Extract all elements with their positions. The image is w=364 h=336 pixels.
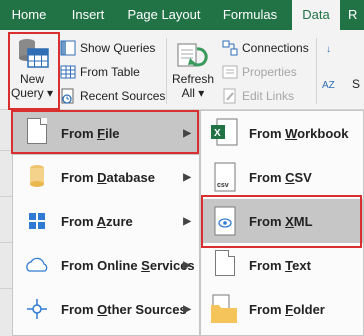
tab-formulas[interactable]: Formulas — [210, 0, 290, 30]
new-query-highlight-box — [8, 32, 60, 110]
csv-icon: csv — [207, 159, 243, 195]
tab-page-layout[interactable]: Page Layout — [118, 0, 210, 30]
excel-workbook-icon: X — [207, 115, 243, 151]
menu-item-from-azure-label: From Azure — [61, 213, 133, 229]
submenu-item-from-csv-label: From CSV — [249, 169, 312, 185]
connections-button[interactable]: Connections — [222, 38, 309, 58]
edit-links-label: Edit Links — [242, 89, 295, 103]
refresh-label-2: All ▾ — [181, 86, 205, 100]
database-icon — [19, 159, 55, 195]
svg-text:X: X — [214, 128, 221, 139]
svg-text:AZ: AZ — [322, 80, 335, 91]
refresh-all-button[interactable]: Refresh All ▾ — [170, 40, 216, 108]
tab-partial[interactable]: R — [348, 0, 364, 30]
submenu-item-from-workbook[interactable]: X From Workbook — [201, 111, 363, 155]
menu-item-from-other-sources[interactable]: From Other Sources ▶ — [13, 287, 199, 331]
show-queries-button[interactable]: Show Queries — [60, 38, 155, 58]
submenu-item-from-text-label: From Text — [249, 257, 311, 273]
text-file-icon — [207, 247, 243, 283]
from-table-label: From Table — [80, 65, 140, 79]
submenu-arrow-icon: ▶ — [183, 215, 191, 227]
menu-item-from-database-label: From Database — [61, 169, 155, 185]
svg-text:↓: ↓ — [326, 44, 331, 55]
submenu-item-from-csv[interactable]: csv From CSV — [201, 155, 363, 199]
refresh-label-1: Refresh — [171, 72, 215, 86]
menu-item-from-azure[interactable]: From Azure ▶ — [13, 199, 199, 243]
edit-links-button[interactable]: Edit Links — [222, 86, 294, 106]
properties-label: Properties — [242, 65, 297, 79]
tab-home[interactable]: Home — [0, 0, 58, 30]
recent-sources-icon — [60, 88, 76, 104]
azure-icon — [19, 203, 55, 239]
filter-partial-icon: AZ — [322, 74, 340, 94]
tab-insert[interactable]: Insert — [58, 0, 118, 30]
sort-label-partial: S — [352, 77, 361, 91]
menu-item-from-online-services[interactable]: From Online Services ▶ — [13, 243, 199, 287]
show-queries-label: Show Queries — [80, 41, 156, 55]
recent-sources-label: Recent Sources — [80, 89, 166, 103]
from-table-button[interactable]: From Table — [60, 62, 140, 82]
submenu-item-from-folder[interactable]: From Folder — [201, 287, 363, 331]
ribbon-separator — [166, 38, 167, 104]
menu-item-from-database[interactable]: From Database ▶ — [13, 155, 199, 199]
properties-icon — [222, 64, 238, 80]
edit-links-icon — [222, 88, 238, 104]
table-icon — [60, 64, 76, 80]
refresh-icon — [177, 43, 208, 67]
sort-icon: ↓ — [326, 40, 338, 56]
ribbon-separator-2 — [316, 38, 317, 104]
menu-item-from-other-sources-label: From Other Sources — [61, 301, 187, 317]
properties-button[interactable]: Properties — [222, 62, 297, 82]
csv-icon-label: csv — [217, 182, 229, 189]
ribbon-panel: New Query ▾ Show Queries From Table Rece… — [0, 30, 364, 110]
connections-label: Connections — [242, 41, 309, 55]
submenu-item-from-workbook-label: From Workbook — [249, 125, 349, 141]
from-xml-highlight-box — [201, 195, 362, 248]
show-queries-icon — [60, 40, 76, 56]
recent-sources-button[interactable]: Recent Sources — [60, 86, 165, 106]
cloud-icon — [19, 247, 55, 283]
submenu-arrow-icon: ▶ — [183, 171, 191, 183]
from-file-highlight-box — [11, 110, 199, 154]
submenu-arrow-icon: ▶ — [183, 303, 191, 315]
other-sources-icon — [19, 291, 55, 327]
sort-partial-button[interactable]: ↓ — [326, 38, 342, 58]
submenu-item-from-text[interactable]: From Text — [201, 243, 363, 287]
ribbon-tab-bar: Home Insert Page Layout Formulas Data R — [0, 0, 364, 30]
submenu-arrow-icon: ▶ — [183, 259, 191, 271]
connections-icon — [222, 40, 238, 56]
folder-icon — [207, 291, 243, 327]
tab-data[interactable]: Data — [292, 0, 340, 30]
submenu-item-from-folder-label: From Folder — [249, 301, 325, 317]
menu-item-from-online-services-label: From Online Services — [61, 257, 195, 273]
